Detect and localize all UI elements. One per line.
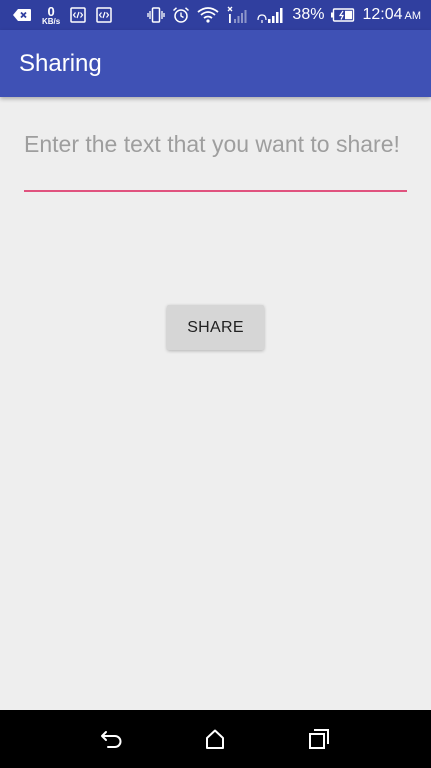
back-notification-icon — [12, 8, 32, 22]
alarm-icon — [172, 6, 190, 24]
data-rate-indicator: 0 KB/s — [42, 5, 60, 26]
status-bar: 0 KB/s 38% 12:04 AM — [0, 0, 431, 30]
vibrate-icon — [147, 7, 166, 23]
nav-home-button[interactable] — [185, 710, 245, 768]
clock: 12:04 AM — [362, 6, 421, 24]
nav-recents-button[interactable] — [289, 710, 349, 768]
clock-ampm: AM — [404, 10, 422, 22]
signal-icon — [257, 6, 285, 24]
code-icon — [70, 7, 86, 23]
share-button[interactable]: SHARE — [167, 305, 264, 350]
code-icon — [96, 7, 112, 23]
nav-back-button[interactable] — [82, 710, 142, 768]
data-rate-value: 0 — [47, 3, 55, 19]
home-icon — [204, 728, 226, 750]
app-bar: Sharing — [0, 30, 431, 97]
clock-time: 12:04 — [362, 6, 403, 23]
page-title: Sharing — [19, 49, 102, 77]
back-icon — [100, 728, 124, 750]
data-rate-unit: KB/s — [42, 16, 61, 26]
input-underline — [24, 190, 407, 192]
signal-icon — [226, 6, 250, 24]
battery-icon — [331, 8, 355, 22]
share-text-field — [24, 130, 407, 194]
navigation-bar — [0, 710, 431, 768]
wifi-icon — [197, 6, 219, 24]
recents-icon — [308, 728, 330, 750]
status-system: 38% 12:04 AM — [147, 6, 421, 24]
app-screen: 0 KB/s 38% 12:04 AM Sharing Enter the te… — [0, 0, 431, 768]
share-text-input[interactable] — [24, 130, 407, 190]
status-notifications: 0 KB/s — [12, 5, 147, 26]
battery-percent: 38% — [292, 6, 325, 23]
